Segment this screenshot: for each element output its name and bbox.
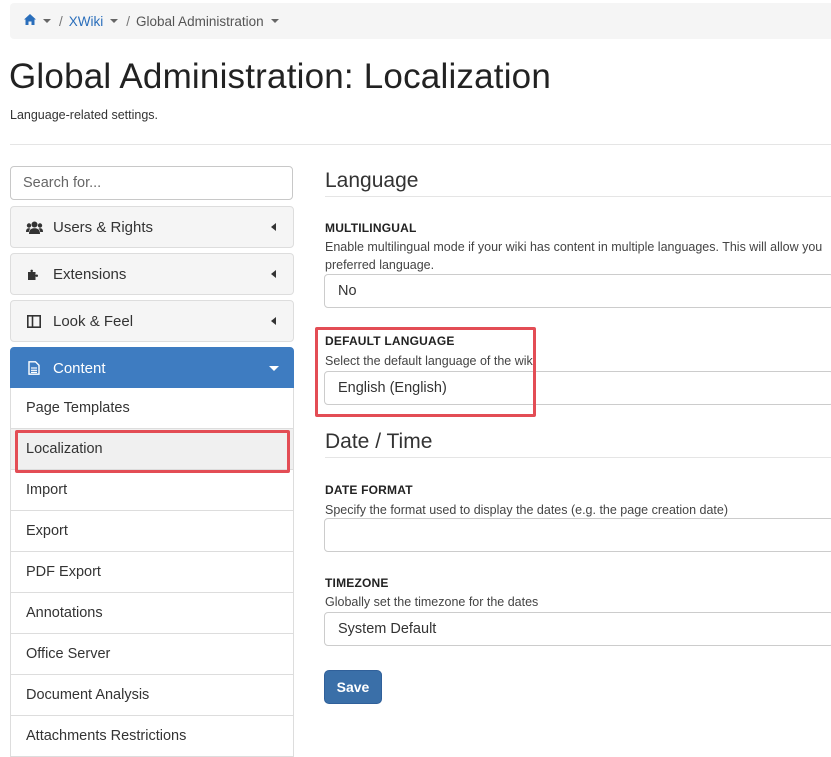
current-dropdown-icon[interactable] — [270, 19, 279, 23]
breadcrumb-wiki-link[interactable]: XWiki — [69, 14, 104, 29]
breadcrumb-current: Global Administration — [136, 13, 264, 29]
sidebar-item-localization[interactable]: Localization — [11, 429, 293, 470]
multilingual-select[interactable]: No — [324, 274, 831, 308]
sidebar-item-pdf-export[interactable]: PDF Export — [11, 552, 293, 593]
section-title-date-time: Date / Time — [325, 430, 433, 453]
default-language-select[interactable]: English (English) — [324, 371, 831, 405]
multilingual-hint-line1: Enable multilingual mode if your wiki ha… — [325, 240, 823, 254]
sidebar-item-export[interactable]: Export — [11, 511, 293, 552]
breadcrumb-separator: / — [126, 13, 131, 29]
page-subtitle: Language-related settings. — [10, 108, 159, 122]
header-divider — [10, 144, 831, 145]
timezone-label: TIMEZONE — [325, 576, 389, 590]
caret-left-icon — [271, 223, 276, 231]
home-dropdown-icon[interactable] — [43, 19, 51, 23]
sidebar-item-document-analysis[interactable]: Document Analysis — [11, 675, 293, 716]
document-icon — [25, 361, 43, 375]
sidebar-panel-extensions[interactable]: Extensions — [10, 253, 294, 295]
search-input[interactable] — [10, 166, 293, 200]
default-language-value: English (English) — [338, 380, 447, 396]
timezone-value: System Default — [338, 621, 437, 637]
users-icon — [25, 221, 43, 234]
page-title: Global Administration: Localization — [9, 57, 552, 96]
save-button[interactable]: Save — [324, 670, 382, 704]
caret-left-icon — [271, 270, 276, 278]
puzzle-icon — [25, 267, 43, 281]
date-format-label: DATE FORMAT — [325, 483, 413, 497]
breadcrumb-separator: / — [59, 13, 63, 29]
timezone-hint: Globally set the timezone for the dates — [325, 595, 539, 609]
sidebar-panel-users-rights[interactable]: Users & Rights — [10, 206, 294, 248]
multilingual-hint-line2: preferred language. — [325, 258, 435, 272]
breadcrumb: / XWiki / Global Administration — [10, 3, 831, 39]
caret-left-icon — [271, 317, 276, 325]
sidebar-panel-label: Users & Rights — [53, 218, 154, 236]
sidebar-panel-label: Look & Feel — [53, 312, 134, 330]
home-icon[interactable] — [24, 14, 36, 28]
default-language-hint: Select the default language of the wiki — [325, 354, 536, 368]
sidebar-item-annotations[interactable]: Annotations — [11, 593, 293, 634]
section-divider — [325, 196, 831, 197]
date-format-input[interactable] — [324, 518, 831, 552]
multilingual-label: MULTILINGUAL — [325, 221, 417, 235]
layout-icon — [25, 314, 43, 328]
timezone-select[interactable]: System Default — [324, 612, 831, 646]
sidebar-item-attachments-restrictions[interactable]: Attachments Restrictions — [11, 716, 293, 757]
sidebar-item-page-templates[interactable]: Page Templates — [11, 388, 293, 429]
date-format-hint: Specify the format used to display the d… — [325, 503, 729, 517]
multilingual-value: No — [338, 283, 357, 299]
wiki-dropdown-icon[interactable] — [110, 19, 119, 23]
content-subitems: Page Templates Localization Import Expor… — [10, 388, 294, 757]
sidebar-item-office-server[interactable]: Office Server — [11, 634, 293, 675]
section-title-language: Language — [325, 169, 419, 192]
section-divider — [325, 457, 831, 458]
sidebar-panel-content[interactable]: Content — [10, 347, 294, 389]
sidebar-panel-label: Content — [53, 359, 106, 377]
caret-down-icon — [269, 366, 279, 371]
sidebar-panel-look-feel[interactable]: Look & Feel — [10, 300, 294, 342]
sidebar-item-import[interactable]: Import — [11, 470, 293, 511]
sidebar-panel-label: Extensions — [53, 265, 127, 283]
default-language-label: DEFAULT LANGUAGE — [325, 334, 455, 348]
